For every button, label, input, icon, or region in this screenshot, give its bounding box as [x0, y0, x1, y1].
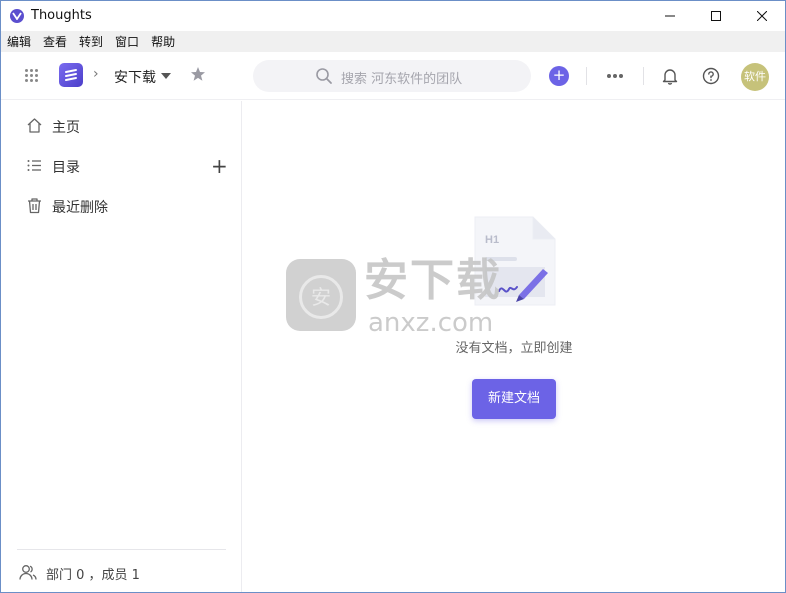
- menu-view[interactable]: 查看: [43, 33, 67, 50]
- empty-state-text: 没有文档，立即创建: [455, 341, 573, 356]
- breadcrumb-chevron-icon: ›: [93, 66, 99, 82]
- star-icon[interactable]: [190, 66, 206, 86]
- watermark-cn-text: 安下载: [364, 255, 502, 306]
- user-avatar[interactable]: 软件: [741, 63, 769, 91]
- sidebar-divider: [17, 549, 226, 550]
- app-logo-icon: [10, 9, 24, 23]
- breadcrumb-space-label[interactable]: 安下载: [114, 67, 156, 87]
- window-title: Thoughts: [31, 8, 92, 23]
- sidebar-item-recently-deleted[interactable]: 最近删除: [1, 188, 241, 224]
- watermark-en-text: anxz.com: [368, 308, 494, 338]
- team-members-label: 部门 0 ，成员 1: [46, 568, 140, 583]
- search-placeholder: 搜索 河东软件的团队: [341, 72, 463, 87]
- close-button[interactable]: [739, 1, 785, 31]
- list-icon: [27, 160, 41, 171]
- help-icon[interactable]: [702, 67, 720, 89]
- top-toolbar: › 安下载 搜索 河东软件的团队 + 软件: [1, 52, 785, 100]
- title-bar: Thoughts: [1, 1, 785, 31]
- new-document-button[interactable]: 新建文档: [472, 379, 556, 419]
- sidebar-item-label: 目录: [52, 160, 80, 176]
- sidebar-item-label: 最近删除: [52, 200, 108, 216]
- home-icon: [27, 118, 42, 133]
- app-window: Thoughts 编辑 查看 转到 窗口 帮助 › 安下载 搜索 河东软件的团队…: [0, 0, 786, 593]
- apps-grid-icon[interactable]: [25, 69, 39, 83]
- add-catalog-button[interactable]: +: [211, 156, 228, 176]
- space-logo-icon[interactable]: [59, 63, 83, 87]
- trash-icon: [28, 198, 41, 214]
- search-input[interactable]: 搜索 河东软件的团队: [253, 60, 531, 92]
- sidebar-item-catalog[interactable]: 目录 +: [1, 148, 241, 184]
- caret-down-icon[interactable]: [161, 73, 171, 79]
- watermark: 安 安下载 anxz.com: [286, 254, 506, 338]
- menu-edit[interactable]: 编辑: [7, 33, 31, 50]
- members-icon: [19, 565, 37, 580]
- menu-bar: 编辑 查看 转到 窗口 帮助: [1, 31, 785, 52]
- main-content: H1 没有文档，立即创建 新建文档: [243, 101, 785, 592]
- menu-window[interactable]: 窗口: [115, 33, 139, 50]
- maximize-button[interactable]: [693, 1, 739, 31]
- menu-help[interactable]: 帮助: [151, 33, 175, 50]
- sidebar: 主页 目录 + 最近删除 部门 0 ，成员 1: [1, 101, 242, 592]
- toolbar-divider: [643, 67, 644, 85]
- search-icon: [316, 68, 332, 84]
- create-button[interactable]: +: [549, 66, 569, 86]
- watermark-badge-text: 安: [299, 275, 343, 319]
- illustration-heading: H1: [485, 234, 499, 246]
- toolbar-divider: [586, 67, 587, 85]
- menu-goto[interactable]: 转到: [79, 33, 103, 50]
- minimize-button[interactable]: [647, 1, 693, 31]
- watermark-badge: 安: [286, 259, 356, 331]
- sidebar-item-home[interactable]: 主页: [1, 108, 241, 144]
- bell-icon[interactable]: [662, 67, 678, 89]
- sidebar-item-label: 主页: [52, 120, 80, 136]
